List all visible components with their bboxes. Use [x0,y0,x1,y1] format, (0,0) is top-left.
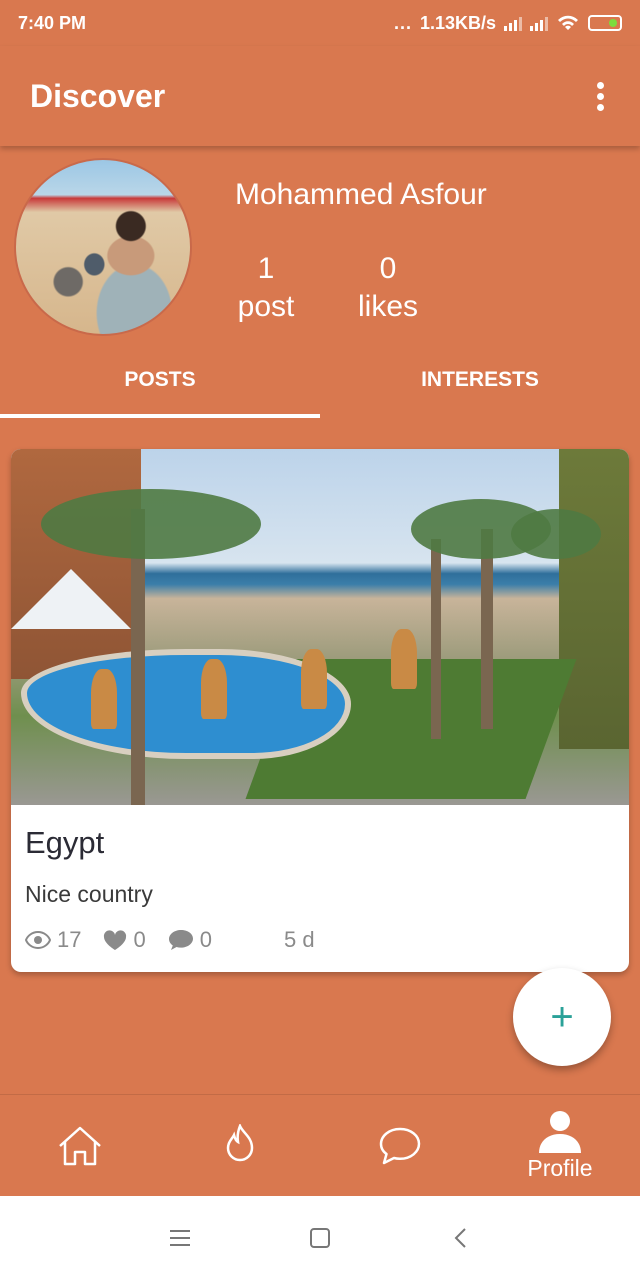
fire-icon [226,1123,254,1161]
post-stats: 17 0 0 5 d [25,927,315,953]
tab-posts[interactable]: POSTS [0,346,320,422]
menu-icon [170,1230,190,1246]
nav-profile-label: Profile [527,1155,593,1181]
signal-icon [504,15,522,31]
status-indicators: ... 1.13KB/s [394,13,622,34]
square-icon [310,1228,330,1248]
chat-icon [379,1127,421,1164]
back-button[interactable] [440,1218,480,1258]
battery-icon [588,15,622,31]
views-count: 17 [57,927,82,952]
post-age: 5 d [283,927,315,952]
posts-stat: 1 post [221,250,311,326]
comment-icon [168,930,193,950]
eye-icon [25,931,51,949]
add-post-button[interactable]: + [513,968,611,1066]
profile-tabs: POSTS INTERESTS [0,346,640,422]
post-card[interactable]: Egypt Nice country 17 0 0 5 d [11,449,629,972]
bottom-navigation: Profile [0,1094,640,1196]
page-title: Discover [30,77,166,114]
status-dots: ... [393,12,412,33]
nav-home[interactable] [0,1095,160,1196]
views-stat: 17 [25,927,81,953]
recent-apps-button[interactable] [160,1218,200,1258]
back-icon [454,1228,466,1248]
likes-label: likes [357,290,418,323]
network-speed: 1.13KB/s [419,12,496,33]
user-icon [539,1111,581,1153]
home-icon [59,1126,101,1165]
comments-count: 0 [199,927,212,952]
post-likes-count: 0 [133,927,146,952]
post-title: Egypt [25,825,105,860]
nav-discover[interactable] [160,1095,320,1196]
plus-icon: + [550,994,574,1039]
post-description: Nice country [25,881,153,907]
comments-stat[interactable]: 0 [168,927,212,953]
app-bar: Discover [0,46,640,146]
wifi-icon [558,15,578,30]
nav-profile[interactable]: Profile [480,1095,640,1196]
profile-name: Mohammed Asfour [235,178,487,211]
more-vertical-icon[interactable] [591,76,610,117]
likes-stat: 0 likes [343,250,433,326]
likes-count: 0 [379,252,397,285]
avatar[interactable] [14,158,192,336]
home-button[interactable] [300,1218,340,1258]
nav-messages[interactable] [320,1095,480,1196]
heart-icon [104,930,127,950]
signal-icon [530,15,548,31]
post-image [11,449,629,805]
profile-header: Mohammed Asfour 1 post 0 likes [0,146,640,346]
system-navigation [0,1196,640,1280]
tab-interests[interactable]: INTERESTS [320,346,640,422]
likes-stat-item[interactable]: 0 [103,927,146,953]
status-bar: 7:40 PM ... 1.13KB/s [0,0,640,46]
status-time: 7:40 PM [18,12,87,33]
posts-label: post [237,290,295,323]
posts-count: 1 [257,252,275,285]
